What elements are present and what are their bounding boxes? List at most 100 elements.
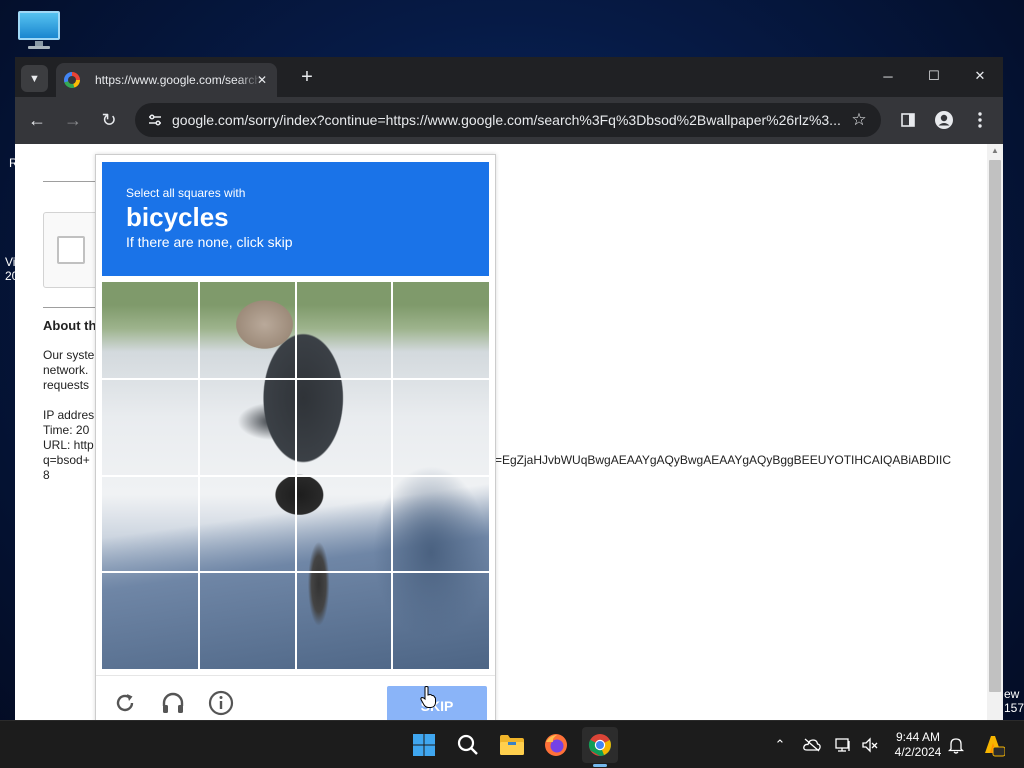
desktop-text-fragment: ew [1004,687,1020,701]
body-text-line: Our syste [43,348,95,362]
challenge-instruction: Select all squares with [126,186,246,200]
profile-avatar-icon[interactable] [930,106,958,134]
captcha-tile[interactable] [296,476,393,573]
captcha-tile[interactable] [392,476,489,573]
site-info-icon[interactable] [143,108,167,132]
search-icon [457,734,478,755]
copilot-preview-icon[interactable] [980,732,1006,758]
windows-taskbar: ⌃ 9:44 AM 4/2/2024 [0,720,1024,768]
scrollbar-thumb[interactable] [989,160,1001,692]
captcha-tile[interactable] [392,282,489,379]
captcha-tile[interactable] [102,572,199,669]
firefox-button[interactable] [538,727,574,763]
captcha-tile[interactable] [296,379,393,476]
chrome-icon [588,734,612,756]
back-button[interactable]: ← [23,106,51,134]
captcha-tile[interactable] [296,282,393,379]
system-clock[interactable]: 9:44 AM 4/2/2024 [886,730,950,760]
audio-challenge-button[interactable] [158,688,188,718]
onedrive-icon[interactable] [802,735,822,755]
grid-divider [102,474,489,477]
more-menu-icon[interactable] [966,106,994,134]
reload-challenge-button[interactable] [110,688,140,718]
this-pc-desktop-icon[interactable] [18,11,62,51]
scroll-up-arrow-icon[interactable]: ▲ [987,146,1003,158]
chrome-button[interactable] [582,727,618,763]
grid-divider [102,571,489,574]
reload-button[interactable]: ↻ [95,106,123,134]
url-text: google.com/sorry/index?continue=https://… [172,112,841,128]
challenge-header: Select all squares with bicycles If ther… [102,162,489,276]
trailing-text: 8 [43,468,50,482]
network-icon[interactable] [834,735,854,755]
divider [43,181,103,182]
address-bar[interactable]: google.com/sorry/index?continue=https://… [135,103,881,137]
recaptcha-checkbox-card [43,212,103,288]
challenge-hint: If there are none, click skip [126,234,293,250]
captcha-tile[interactable] [102,476,199,573]
google-favicon-icon [64,72,80,88]
help-info-button[interactable] [206,688,236,718]
start-button[interactable] [406,727,442,763]
captcha-tile[interactable] [199,379,296,476]
tab-title: https://www.google.com/search [95,73,261,87]
challenge-image-grid [102,282,489,669]
captcha-tile[interactable] [199,476,296,573]
show-hidden-icons-button[interactable]: ⌃ [770,735,790,755]
time-line: Time: 20 [43,423,90,437]
body-text-line: network. [43,363,89,377]
tab-close-icon[interactable]: ✕ [252,70,272,90]
browser-toolbar: ← → ↻ google.com/sorry/index?continue=ht… [15,97,1003,144]
url-line: URL: http [43,438,94,452]
close-window-button[interactable]: ✕ [957,61,1003,91]
clock-time: 9:44 AM [895,730,941,744]
divider [43,307,103,308]
clock-date: 4/2/2024 [894,745,942,759]
hand-cursor-icon [420,686,436,708]
captcha-tile[interactable] [199,572,296,669]
browser-tab[interactable]: https://www.google.com/search ✕ [56,63,277,97]
reload-icon [116,694,134,712]
captcha-tile[interactable] [199,282,296,379]
desktop-text-fragment: Vi [5,255,16,269]
reload-icon: ↻ [101,109,117,130]
chevron-up-icon: ⌃ [774,737,786,752]
search-button[interactable] [450,727,486,763]
folder-icon [500,735,524,755]
captcha-tile[interactable] [102,282,199,379]
windows-logo-icon [413,734,435,756]
long-url-tail: =EgZjaHJvbWUqBwgAEAAYgAQyBwgAEAAYgAQyBgg… [495,453,952,467]
maximize-button[interactable]: ☐ [911,61,957,91]
chevron-down-icon: ▼ [29,72,40,85]
body-text-line: requests [43,378,90,392]
recaptcha-challenge-popup: Select all squares with bicycles If ther… [95,154,496,734]
new-tab-button[interactable]: + [295,65,319,89]
forward-button[interactable]: → [59,106,87,134]
desktop-text-fragment: 157 [1004,701,1024,715]
firefox-icon [545,734,567,756]
minimize-button[interactable]: ─ [865,61,911,91]
captcha-tile[interactable] [296,572,393,669]
bookmark-star-icon[interactable]: ☆ [847,108,871,132]
file-explorer-button[interactable] [494,727,530,763]
ip-address-line: IP addres [43,408,95,422]
recaptcha-checkbox[interactable] [57,236,85,264]
active-app-indicator [593,764,607,767]
arrow-left-icon: ← [28,109,46,130]
captcha-tile[interactable] [102,379,199,476]
notification-bell-icon[interactable] [946,735,966,755]
about-heading: About th [43,318,97,333]
arrow-right-icon: → [64,109,82,130]
info-icon [208,690,234,716]
monitor-icon [18,11,60,40]
captcha-tile[interactable] [392,572,489,669]
query-line: q=bsod+ [43,453,90,467]
challenge-target: bicycles [126,202,229,232]
side-panel-icon[interactable] [894,106,922,134]
page-scrollbar[interactable]: ▲ [987,144,1003,720]
headphones-icon [162,692,184,713]
captcha-tile[interactable] [392,379,489,476]
tab-bar: ▼ https://www.google.com/search ✕ + ─ ☐ … [15,57,1003,97]
volume-muted-icon[interactable] [860,735,880,755]
tab-search-button[interactable]: ▼ [21,65,48,92]
